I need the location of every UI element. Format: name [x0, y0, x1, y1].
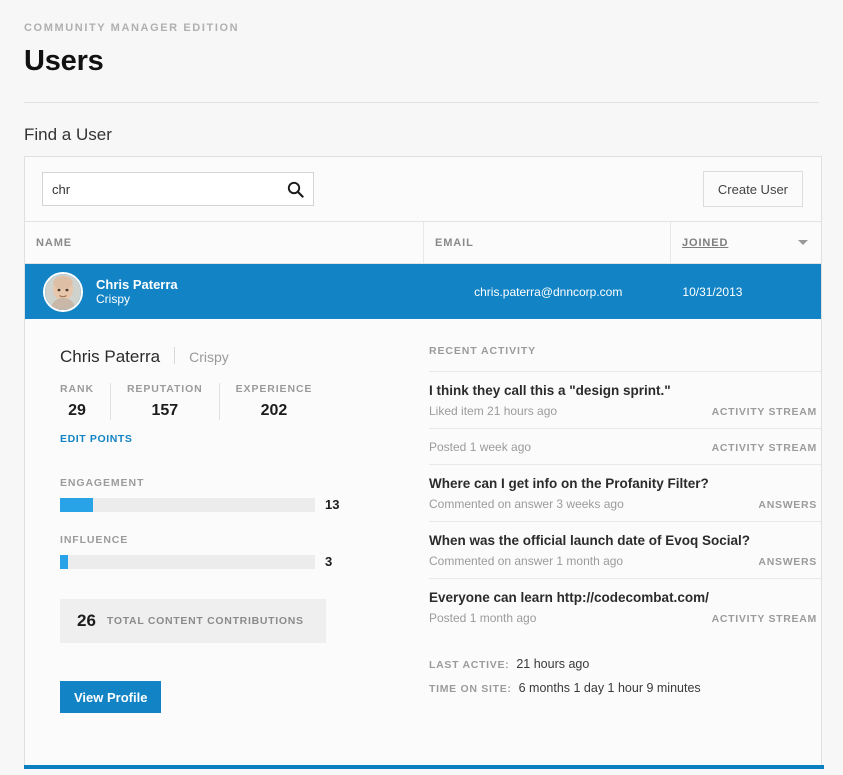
activity-tag: ACTIVITY STREAM: [711, 442, 817, 454]
edit-points-link[interactable]: EDIT POINTS: [60, 433, 133, 445]
total-contributions: 26 TOTAL CONTENT CONTRIBUTIONS: [60, 599, 326, 643]
avatar: [43, 271, 83, 312]
meter-engagement-track: [60, 497, 315, 512]
create-user-button[interactable]: Create User: [702, 171, 803, 207]
bottom-accent-bar: [24, 765, 824, 769]
table-row-name: Chris Paterra: [96, 276, 178, 292]
activity-headline: When was the official launch date of Evo…: [429, 533, 751, 548]
meter-engagement-value: 13: [325, 497, 340, 512]
column-header-joined-label: JOINED: [682, 236, 729, 249]
table-row-email: chris.paterra@dnncorp.com: [474, 284, 623, 299]
meter-influence: INFLUENCE 3: [60, 534, 421, 569]
activity-meta: Commented on answer 3 weeks ago ANSWERS: [429, 497, 817, 511]
table-row-names: Chris Paterra Crispy: [96, 277, 425, 307]
table-row[interactable]: Chris Paterra Crispy chris.paterra@dnnco…: [25, 264, 821, 319]
stat-rank-value: 29: [68, 402, 86, 419]
search-box[interactable]: [42, 172, 314, 206]
time-on-site-line: TIME ON SITE: 6 months 1 day 1 hour 9 mi…: [429, 681, 821, 695]
users-page: COMMUNITY MANAGER EDITION Users Find a U…: [0, 0, 843, 775]
detail-alias: Crispy: [189, 349, 229, 365]
list-item[interactable]: Where can I get info on the Profanity Fi…: [429, 464, 821, 521]
meter-influence-fill: [60, 554, 68, 569]
user-detail: Chris Paterra Crispy RANK 29 REPUTATION …: [25, 319, 821, 713]
points-stats: RANK 29 REPUTATION 157 EXPERIENCE 202: [60, 383, 421, 420]
meter-engagement-row: 13: [60, 497, 421, 512]
list-item[interactable]: I think they call this a "design sprint.…: [429, 371, 821, 428]
total-contributions-count: 26: [77, 611, 96, 630]
section-title: Find a User: [24, 125, 112, 144]
search-row: Create User: [25, 157, 821, 222]
detail-name: Chris Paterra: [60, 347, 161, 366]
meter-influence-label: INFLUENCE: [60, 534, 129, 546]
column-header-joined[interactable]: JOINED: [671, 222, 821, 263]
activity-headline: Where can I get info on the Profanity Fi…: [429, 476, 709, 491]
activity-tag: ANSWERS: [758, 556, 817, 568]
meter-engagement: ENGAGEMENT 13: [60, 477, 421, 512]
list-item[interactable]: When was the official launch date of Evo…: [429, 521, 821, 578]
meter-influence-row: 3: [60, 554, 421, 569]
stat-rank: RANK 29: [60, 383, 111, 420]
stat-reputation-label: REPUTATION: [126, 383, 203, 395]
activity-meta: Posted 1 month ago ACTIVITY STREAM: [429, 611, 817, 625]
users-card: Create User NAME EMAIL JOINED: [24, 156, 822, 768]
user-detail-right: RECENT ACTIVITY I think they call this a…: [421, 345, 821, 713]
search-input[interactable]: [43, 173, 313, 205]
activity-sub: Posted 1 week ago: [429, 440, 532, 454]
user-detail-left: Chris Paterra Crispy RANK 29 REPUTATION …: [25, 345, 421, 713]
meter-engagement-fill: [60, 497, 94, 512]
activity-tag: ANSWERS: [758, 499, 817, 511]
edition-label: COMMUNITY MANAGER EDITION: [24, 22, 240, 34]
view-profile-button[interactable]: View Profile: [60, 681, 162, 713]
column-header-name[interactable]: NAME: [25, 222, 424, 263]
last-active-value: 21 hours ago: [516, 657, 590, 671]
page-title: Users: [24, 45, 104, 77]
activity-sub: Commented on answer 3 weeks ago: [429, 497, 624, 511]
table-header: NAME EMAIL JOINED: [25, 222, 821, 264]
recent-activity-title: RECENT ACTIVITY: [429, 345, 537, 357]
activity-sub: Posted 1 month ago: [429, 611, 537, 625]
search-icon[interactable]: [286, 180, 304, 198]
total-contributions-label: TOTAL CONTENT CONTRIBUTIONS: [106, 615, 304, 627]
column-header-email[interactable]: EMAIL: [424, 222, 671, 263]
user-footer-stats: LAST ACTIVE: 21 hours ago TIME ON SITE: …: [429, 657, 821, 695]
stat-experience-value: 202: [260, 402, 288, 419]
name-separator: [174, 347, 176, 364]
time-on-site-value: 6 months 1 day 1 hour 9 minutes: [518, 681, 701, 695]
activity-tag: ACTIVITY STREAM: [711, 613, 817, 625]
stat-reputation-value: 157: [151, 402, 179, 419]
last-active-label: LAST ACTIVE:: [429, 659, 510, 671]
stat-experience-label: EXPERIENCE: [235, 383, 313, 395]
activity-meta: Posted 1 week ago ACTIVITY STREAM: [429, 440, 817, 454]
activity-tag: ACTIVITY STREAM: [711, 406, 817, 418]
stat-rank-label: RANK: [60, 383, 94, 395]
meter-engagement-label: ENGAGEMENT: [60, 477, 145, 489]
stat-experience: EXPERIENCE 202: [220, 383, 329, 420]
list-item[interactable]: Posted 1 week ago ACTIVITY STREAM: [429, 428, 821, 464]
meter-influence-track: [60, 554, 315, 569]
activity-sub: Commented on answer 1 month ago: [429, 554, 624, 568]
table-row-joined: 10/31/2013: [682, 284, 743, 299]
meter-influence-value: 3: [325, 554, 333, 569]
last-active-line: LAST ACTIVE: 21 hours ago: [429, 657, 821, 671]
page-header: COMMUNITY MANAGER EDITION Users: [0, 0, 843, 78]
activity-meta: Liked item 21 hours ago ACTIVITY STREAM: [429, 404, 817, 418]
detail-name-line: Chris Paterra Crispy: [60, 345, 421, 367]
stat-reputation: REPUTATION 157: [111, 383, 220, 420]
time-on-site-label: TIME ON SITE:: [429, 683, 512, 695]
activity-headline: Everyone can learn http://codecombat.com…: [429, 590, 709, 605]
list-item[interactable]: Everyone can learn http://codecombat.com…: [429, 578, 821, 635]
table-row-alias: Crispy: [96, 291, 131, 306]
activity-meta: Commented on answer 1 month ago ANSWERS: [429, 554, 817, 568]
chevron-down-icon[interactable]: [798, 240, 808, 245]
activity-headline: I think they call this a "design sprint.…: [429, 383, 671, 398]
activity-sub: Liked item 21 hours ago: [429, 404, 558, 418]
